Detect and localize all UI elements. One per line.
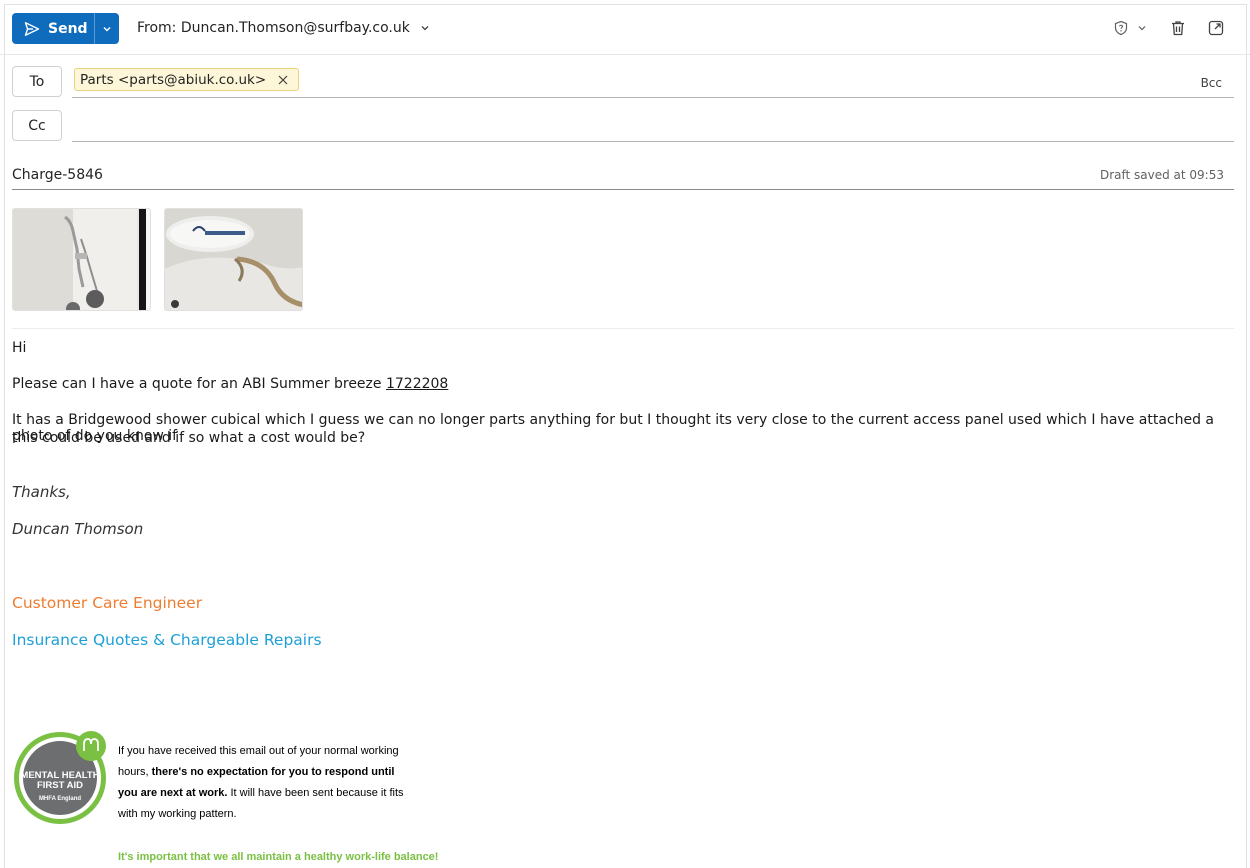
recipient-chip-label: Parts <parts@abiuk.co.uk>	[80, 71, 267, 88]
to-input[interactable]	[72, 97, 1234, 98]
pop-out-button[interactable]	[1206, 18, 1226, 38]
cc-label: Cc	[28, 117, 46, 134]
cc-button[interactable]: Cc	[12, 110, 62, 141]
bcc-button[interactable]: Bcc	[1201, 76, 1222, 90]
body-greeting: Hi	[12, 340, 27, 356]
toolbar-actions	[1110, 18, 1226, 38]
chevron-down-icon	[1138, 26, 1146, 31]
remove-recipient-button[interactable]	[278, 75, 288, 85]
body-separator	[12, 328, 1234, 329]
body-line-quote-request: Please can I have a quote for an ABI Sum…	[12, 376, 448, 392]
send-label: Send	[48, 20, 88, 37]
shield-icon	[1114, 20, 1128, 36]
signoff-thanks: Thanks,	[12, 483, 71, 501]
mhfa-notice-line-4: with my working pattern.	[118, 808, 237, 820]
send-icon	[24, 21, 40, 36]
from-address: From: Duncan.Thomson@surfbay.co.uk	[137, 20, 410, 36]
chevron-down-icon	[421, 26, 429, 31]
pop-out-icon	[1208, 20, 1224, 36]
signature-department: Insurance Quotes & Chargeable Repairs	[12, 631, 322, 649]
subject-input[interactable]: Charge-5846	[12, 167, 103, 183]
compose-toolbar: Send From: Duncan.Thomson@surfbay.co.uk	[0, 0, 1250, 55]
notice-line3-bold: you are next at work.	[118, 787, 228, 799]
from-selector[interactable]: From: Duncan.Thomson@surfbay.co.uk	[137, 20, 430, 36]
mhfa-logo-line2: FIRST AID	[37, 780, 83, 791]
body-paragraph-line-2: this could be used and if so what a cost…	[12, 430, 366, 446]
draft-saved-status: Draft saved at 09:53	[1099, 168, 1224, 182]
work-life-balance-note: It's important that we all maintain a he…	[118, 851, 439, 863]
mhfa-notice-line-2: hours, there's no expectation for you to…	[118, 762, 394, 783]
signoff-name: Duncan Thomson	[12, 520, 144, 538]
signature-role: Customer Care Engineer	[12, 594, 203, 612]
mhfa-notice-line-3: you are next at work. It will have been …	[118, 783, 404, 804]
send-options-dropdown[interactable]	[94, 13, 119, 44]
discard-button[interactable]	[1168, 18, 1188, 38]
notice-line2-bold: there's no expectation for you to respon…	[151, 766, 395, 778]
send-button[interactable]: Send	[12, 13, 94, 44]
notice-line2-plain: hours,	[118, 766, 152, 778]
sensitivity-button[interactable]	[1110, 18, 1150, 38]
mhfa-logo: MENTAL HEALTH FIRST AID MHFA England	[12, 729, 112, 833]
inline-image-access-panel[interactable]	[164, 208, 303, 311]
chevron-down-icon	[103, 26, 111, 31]
recipient-chip[interactable]: Parts <parts@abiuk.co.uk>	[74, 68, 300, 91]
mhfa-logo-line3: MHFA England	[39, 796, 81, 802]
send-button-group: Send	[12, 13, 119, 44]
inline-image-shower[interactable]	[12, 208, 151, 311]
model-number-link[interactable]: 1722208	[386, 376, 448, 392]
cc-input[interactable]	[72, 141, 1234, 142]
mhfa-notice-line-1: If you have received this email out of y…	[118, 745, 399, 757]
to-button[interactable]: To	[12, 66, 62, 97]
to-label: To	[29, 73, 45, 90]
subject-underline	[12, 189, 1234, 190]
notice-line3-plain: It will have been sent because it fits	[227, 787, 404, 799]
trash-icon	[1172, 21, 1184, 36]
quote-request-text: Please can I have a quote for an ABI Sum…	[12, 376, 386, 392]
close-icon	[278, 75, 288, 84]
